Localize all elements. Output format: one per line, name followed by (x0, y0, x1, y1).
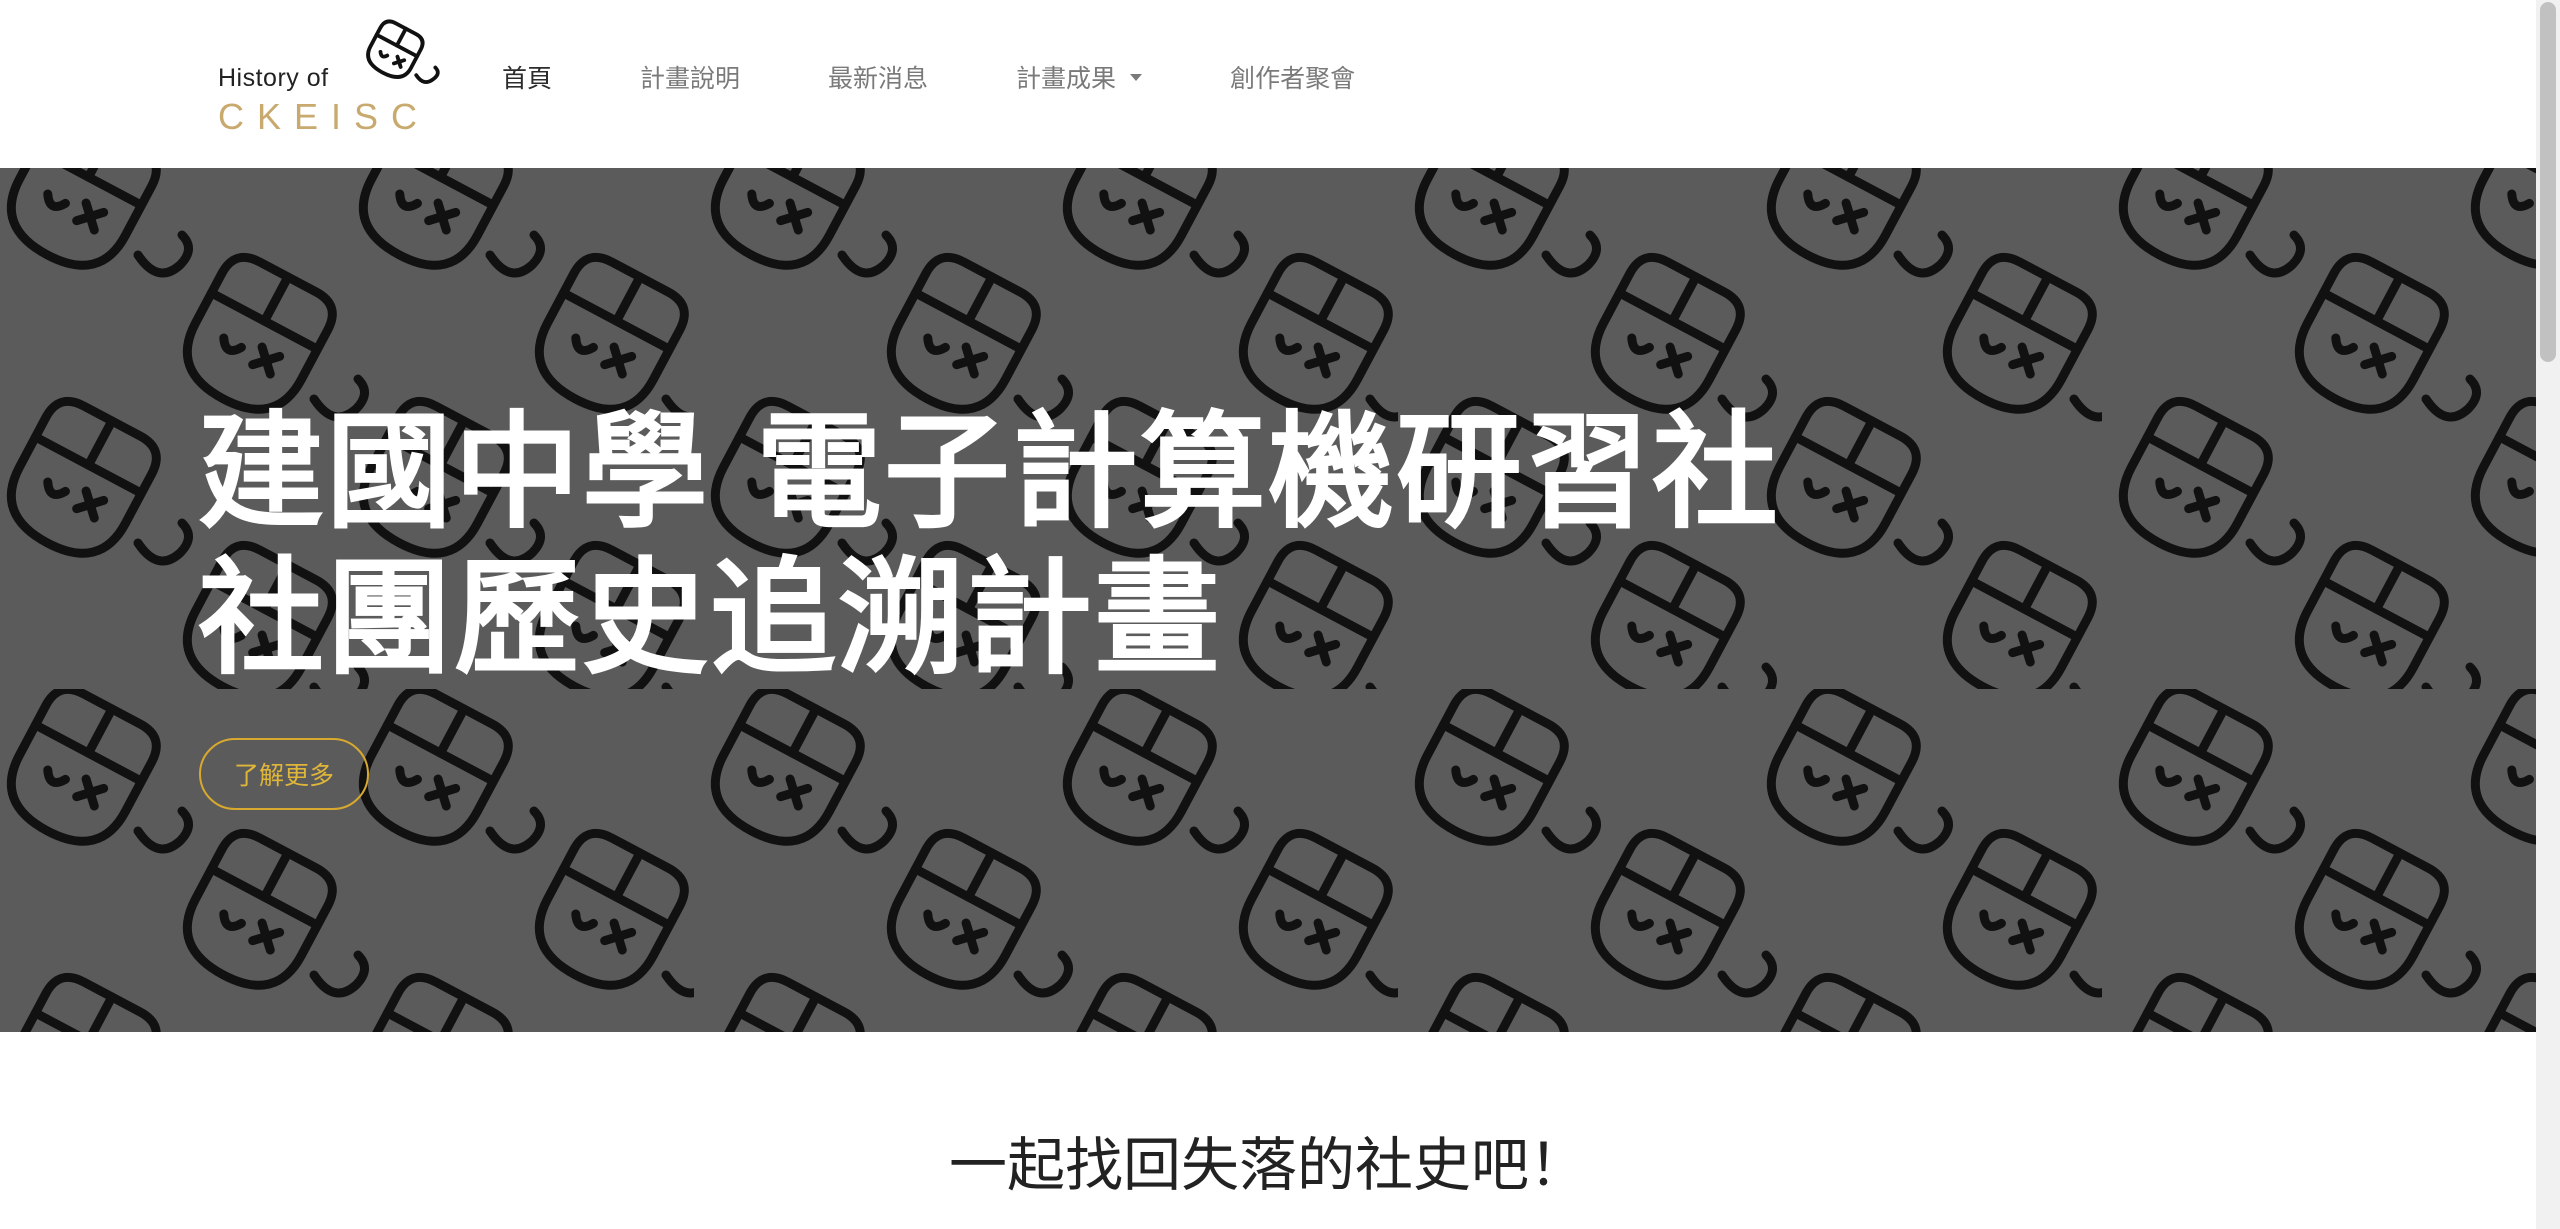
nav-item-project-results[interactable]: 計畫成果 (1016, 57, 1143, 97)
logo-text-history-of: History of (218, 64, 329, 92)
section-heading: 一起找回失落的社史吧！ (948, 1131, 1587, 1199)
page-scrollbar[interactable] (2536, 0, 2560, 1229)
hero-title-line-1: 建國中學 電子計算機研習社 (198, 399, 1780, 546)
caret-down-icon (1130, 73, 1143, 81)
scrollbar-thumb[interactable] (2540, 2, 2556, 362)
learn-more-button[interactable]: 了解更多 (199, 738, 369, 810)
hero-banner: 建國中學 電子計算機研習社 社團歷史追溯計畫 了解更多 (0, 168, 2536, 1032)
nav-item-creators-meetup[interactable]: 創作者聚會 (1230, 57, 1355, 97)
logo-text-ckeisc: CKEISC (218, 96, 431, 137)
hero-title-line-2: 社團歷史追溯計畫 (198, 545, 1222, 692)
navbar: History of CKEISC 首頁 計畫說明 最新消息 計畫成果 創作者聚… (0, 0, 2536, 168)
nav-item-latest-news[interactable]: 最新消息 (828, 57, 928, 97)
nav-item-home[interactable]: 首頁 (502, 57, 552, 97)
nav-item-project-description[interactable]: 計畫說明 (640, 57, 740, 97)
site-logo[interactable]: History of CKEISC (212, 18, 442, 138)
hero-title: 建國中學 電子計算機研習社 社團歷史追溯計畫 (198, 400, 1780, 692)
mouse-mascot-icon (366, 19, 440, 84)
nav-item-project-results-label: 計畫成果 (1016, 64, 1117, 93)
main-nav: 首頁 計畫說明 最新消息 計畫成果 創作者聚會 (502, 57, 1443, 97)
